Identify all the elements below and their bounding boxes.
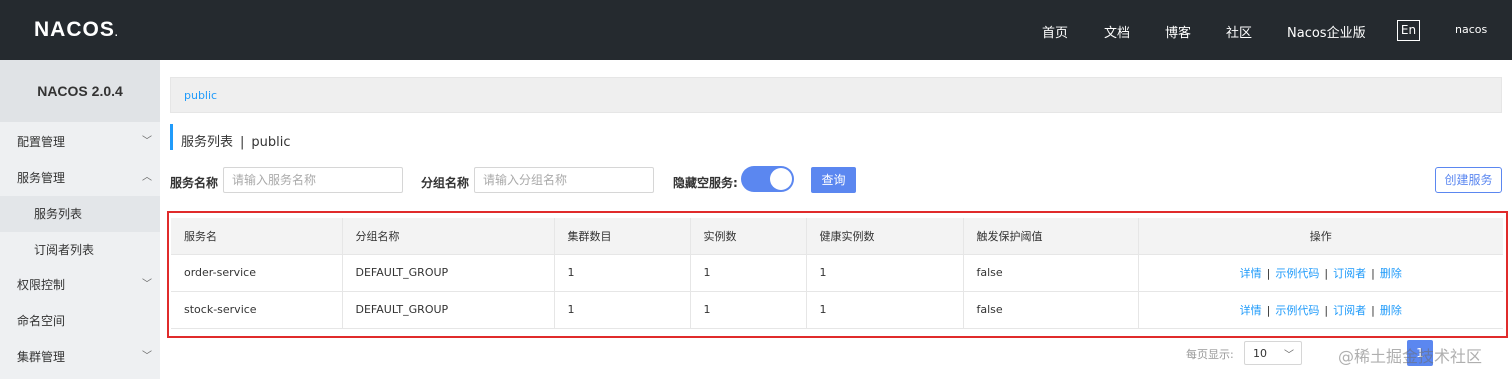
cell-actions: 详情 | 示例代码 | 订阅者 | 删除 <box>1138 291 1503 329</box>
sidebar-item-subscriber-list[interactable]: 订阅者列表 <box>0 232 160 268</box>
col-header-cluster-count: 集群数目 <box>554 218 691 255</box>
chevron-up-icon: ︿ <box>142 172 152 183</box>
per-page-select[interactable]: 10 ﹀ <box>1244 341 1302 365</box>
page-title: 服务列表 | public <box>181 131 291 150</box>
logo-dot: . <box>114 28 119 39</box>
chevron-down-icon: ﹀ <box>142 351 152 362</box>
sidebar-item-namespace[interactable]: 命名空间 <box>0 303 160 339</box>
service-name-input[interactable] <box>223 167 403 193</box>
cell-instance-count: 1 <box>690 291 807 329</box>
action-separator: | <box>1266 266 1271 280</box>
cell-protect-threshold: false <box>963 291 1139 329</box>
chevron-down-icon: ﹀ <box>1284 350 1294 361</box>
hide-empty-services-label: 隐藏空服务: <box>673 176 738 190</box>
col-header-actions: 操作 <box>1138 218 1503 255</box>
namespace-link-public[interactable]: public <box>184 89 217 102</box>
sidebar-item-label: 服务列表 <box>34 207 83 221</box>
sidebar-item-service-list[interactable]: 服务列表 <box>0 196 160 232</box>
per-page-value: 10 <box>1253 347 1267 360</box>
language-toggle-button[interactable]: En <box>1397 20 1420 41</box>
cell-group-name: DEFAULT_GROUP <box>342 254 555 292</box>
cell-healthy-instance-count: 1 <box>806 254 964 292</box>
query-button[interactable]: 查询 <box>811 167 856 193</box>
cell-protect-threshold: false <box>963 254 1139 292</box>
sample-code-link[interactable]: 示例代码 <box>1275 267 1319 280</box>
top-navbar: NACOS. 首页 文档 博客 社区 Nacos企业版 En nacos <box>0 0 1512 60</box>
sidebar-item-label: 服务管理 <box>17 171 66 185</box>
action-separator: | <box>1324 266 1329 280</box>
sidebar-item-config-management[interactable]: 配置管理 ﹀ <box>0 124 160 160</box>
sidebar-item-label: 订阅者列表 <box>34 243 95 257</box>
cell-service-name: stock-service <box>171 291 343 329</box>
sidebar-title: NACOS 2.0.4 <box>0 60 160 122</box>
table-header-row: 服务名 分组名称 集群数目 实例数 健康实例数 触发保护阈值 操作 <box>171 218 1503 255</box>
sidebar-item-access-control[interactable]: 权限控制 ﹀ <box>0 267 160 303</box>
details-link[interactable]: 详情 <box>1240 267 1262 280</box>
cell-instance-count: 1 <box>690 254 807 292</box>
cell-cluster-count: 1 <box>554 254 691 292</box>
group-name-input[interactable] <box>474 167 654 193</box>
sidebar-item-label: 集群管理 <box>17 350 66 364</box>
page-title-text: 服务列表 <box>181 135 234 150</box>
chevron-down-icon: ﹀ <box>142 136 152 147</box>
title-separator: | <box>240 135 245 150</box>
action-separator: | <box>1266 303 1271 317</box>
details-link[interactable]: 详情 <box>1240 304 1262 317</box>
create-service-button[interactable]: 创建服务 <box>1435 167 1502 193</box>
action-separator: | <box>1324 303 1329 317</box>
col-header-service-name: 服务名 <box>171 218 343 255</box>
user-menu[interactable]: nacos <box>1455 23 1487 36</box>
sidebar: NACOS 2.0.4 配置管理 ﹀ 服务管理 ︿ 服务列表 订阅者列表 权限控… <box>0 60 160 379</box>
nav-home[interactable]: 首页 <box>1042 22 1068 41</box>
col-header-group-name: 分组名称 <box>342 218 555 255</box>
chevron-down-icon: ﹀ <box>142 279 152 290</box>
service-table: 服务名 分组名称 集群数目 实例数 健康实例数 触发保护阈值 操作 order-… <box>171 218 1503 329</box>
col-header-instance-count: 实例数 <box>690 218 807 255</box>
sidebar-item-label: 权限控制 <box>17 278 66 292</box>
col-header-healthy-instance-count: 健康实例数 <box>806 218 964 255</box>
action-separator: | <box>1371 266 1375 280</box>
cell-actions: 详情 | 示例代码 | 订阅者 | 删除 <box>1138 254 1503 292</box>
cell-healthy-instance-count: 1 <box>806 291 964 329</box>
subscribers-link[interactable]: 订阅者 <box>1333 304 1366 317</box>
sidebar-item-cluster-management[interactable]: 集群管理 ﹀ <box>0 339 160 375</box>
logo-text: NACOS <box>34 18 115 41</box>
nav-blog[interactable]: 博客 <box>1165 22 1191 41</box>
title-accent-bar <box>170 124 173 150</box>
toggle-knob <box>770 168 792 190</box>
nav-community[interactable]: 社区 <box>1226 22 1252 41</box>
sample-code-link[interactable]: 示例代码 <box>1275 304 1319 317</box>
cell-cluster-count: 1 <box>554 291 691 329</box>
group-name-label: 分组名称 <box>421 176 470 190</box>
sidebar-item-label: 配置管理 <box>17 135 66 149</box>
per-page-label: 每页显示: <box>1186 348 1234 361</box>
page-title-namespace: public <box>251 135 291 150</box>
table-row: stock-service DEFAULT_GROUP 1 1 1 false … <box>171 291 1503 329</box>
sidebar-item-label: 命名空间 <box>17 314 66 328</box>
hide-empty-services-toggle[interactable] <box>741 166 794 192</box>
nav-enterprise[interactable]: Nacos企业版 <box>1287 22 1366 41</box>
cell-group-name: DEFAULT_GROUP <box>342 291 555 329</box>
table-row: order-service DEFAULT_GROUP 1 1 1 false … <box>171 254 1503 292</box>
namespace-breadcrumb: public <box>170 77 1502 113</box>
cell-service-name: order-service <box>171 254 343 292</box>
nacos-logo[interactable]: NACOS. <box>34 18 119 42</box>
action-separator: | <box>1371 303 1375 317</box>
delete-link[interactable]: 删除 <box>1380 267 1402 280</box>
watermark-text: @稀土掘金技术社区 <box>1338 347 1483 366</box>
delete-link[interactable]: 删除 <box>1380 304 1402 317</box>
sidebar-item-service-management[interactable]: 服务管理 ︿ <box>0 160 160 196</box>
nav-docs[interactable]: 文档 <box>1104 22 1130 41</box>
subscribers-link[interactable]: 订阅者 <box>1333 267 1366 280</box>
col-header-protect-threshold: 触发保护阈值 <box>963 218 1139 255</box>
service-name-label: 服务名称 <box>170 176 219 190</box>
